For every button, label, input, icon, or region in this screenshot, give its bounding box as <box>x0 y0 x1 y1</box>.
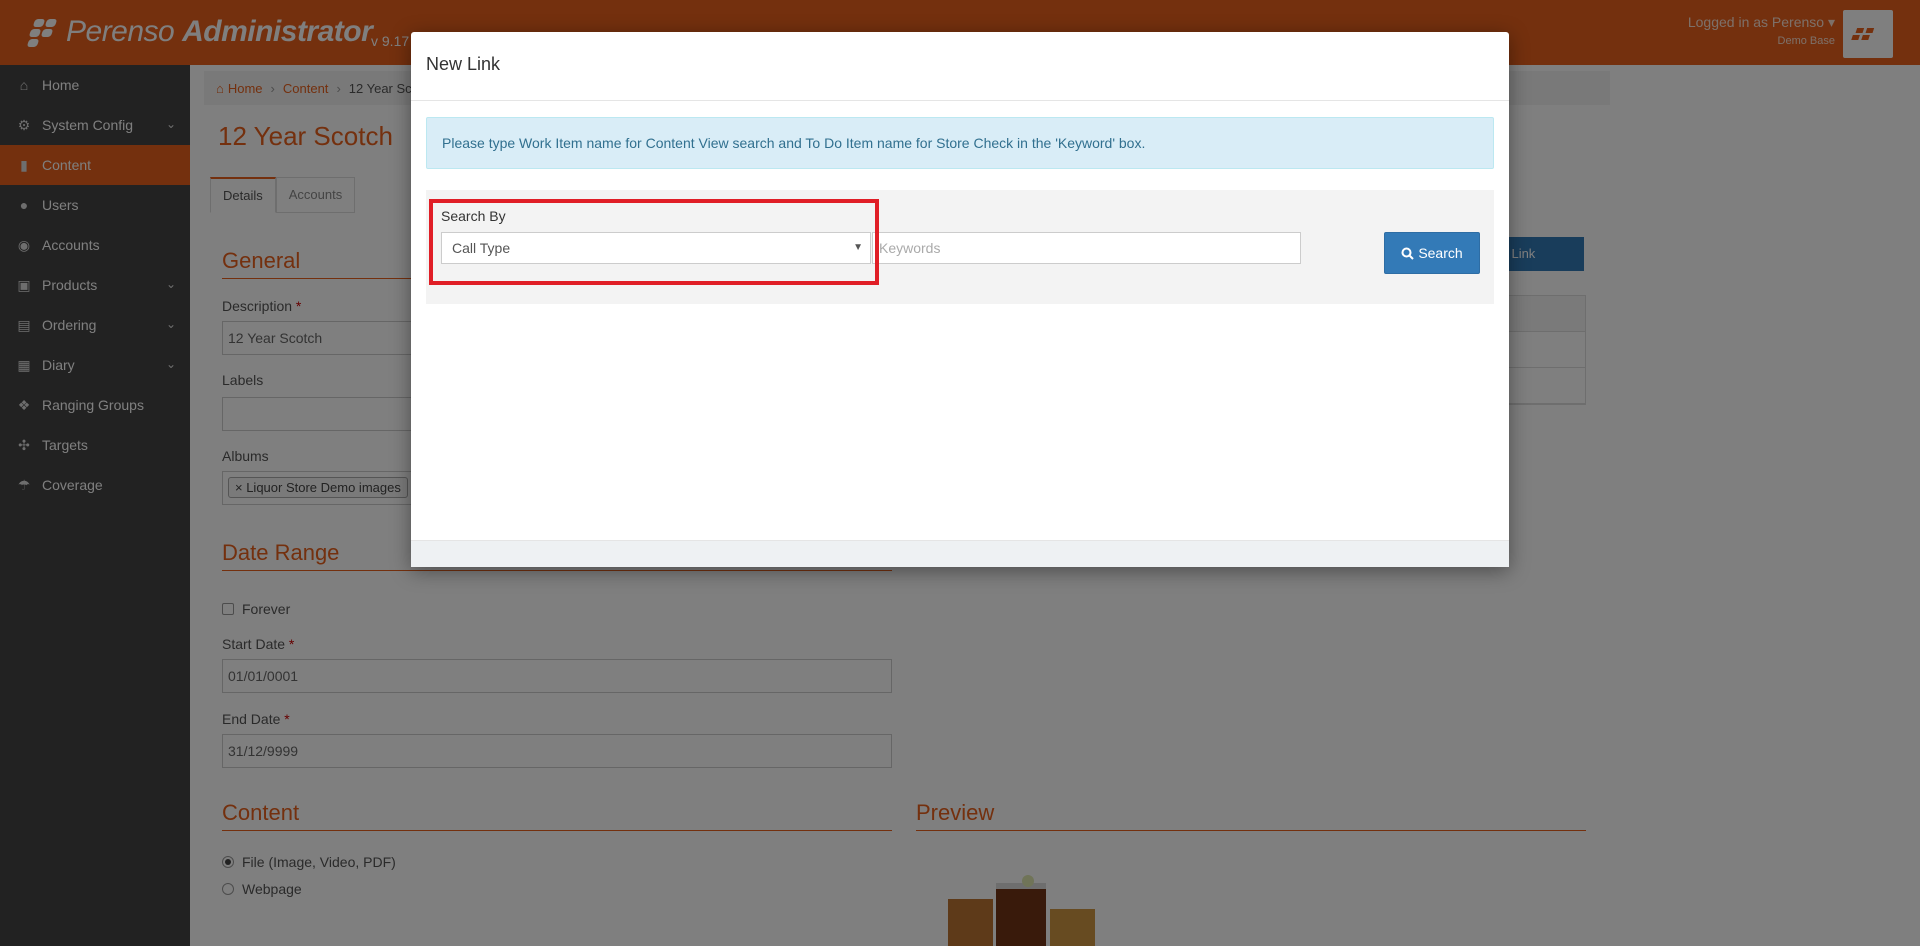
search-icon <box>1401 247 1415 260</box>
search-by-select[interactable]: Call Type ▼ <box>441 232 871 264</box>
modal-header: New Link <box>411 32 1509 101</box>
modal-footer <box>411 540 1509 567</box>
search-button[interactable]: Search <box>1384 232 1480 274</box>
info-alert: Please type Work Item name for Content V… <box>426 117 1494 169</box>
search-by-value: Call Type <box>452 240 511 256</box>
new-link-modal: New Link Please type Work Item name for … <box>411 32 1509 567</box>
caret-down-icon: ▼ <box>853 242 863 253</box>
search-button-label: Search <box>1418 245 1463 261</box>
search-by-label: Search By <box>441 208 506 224</box>
keywords-input[interactable] <box>872 232 1301 264</box>
modal-title: New Link <box>426 54 501 74</box>
search-panel: Search By Call Type ▼ Search <box>426 190 1494 304</box>
